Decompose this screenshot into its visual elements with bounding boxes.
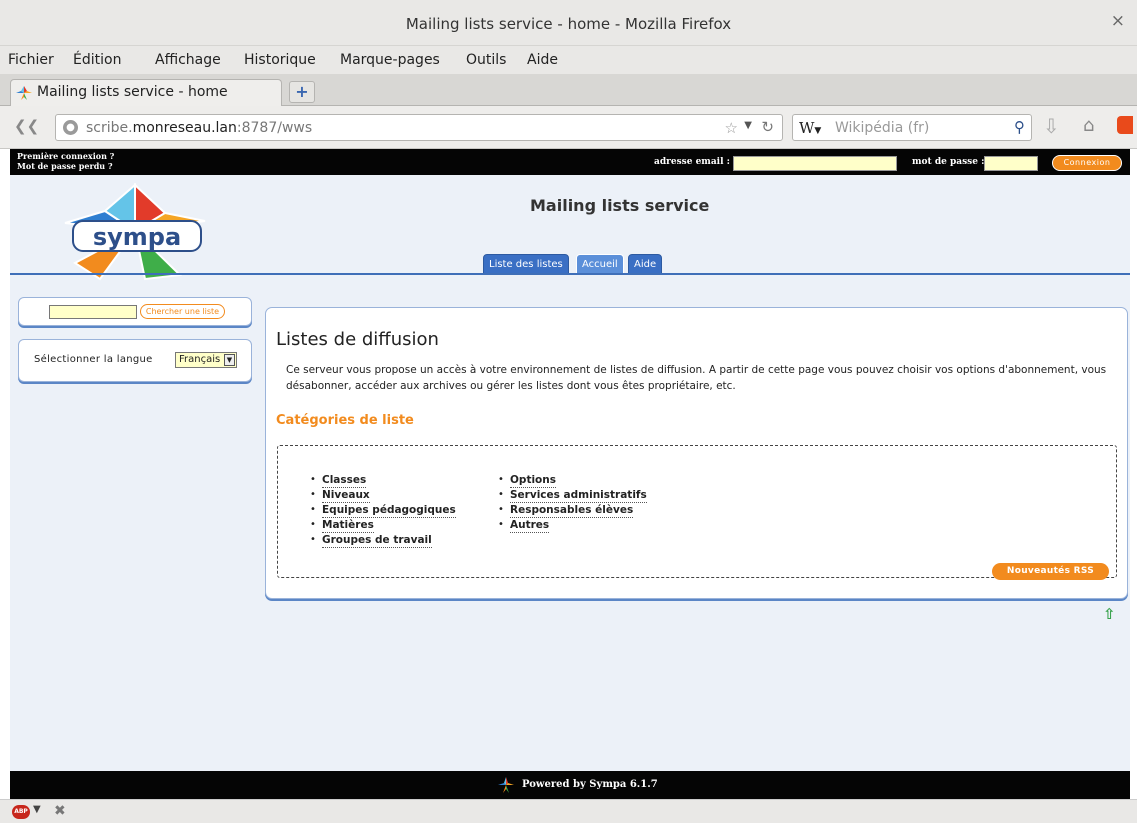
rss-button[interactable]: Nouveautés RSS [992,563,1109,580]
reload-icon[interactable]: ↻ [761,118,774,136]
header-divider [10,273,1130,275]
menu-outils[interactable]: Outils [466,52,506,68]
category-link-groupes[interactable]: Groupes de travail [322,534,432,548]
bookmark-star-icon[interactable]: ☆ [725,119,738,137]
menu-marque-pages[interactable]: Marque-pages [340,52,440,68]
password-label: mot de passe : [912,157,985,167]
tab-strip: Mailing lists service - home + [0,74,1137,106]
categories-box: • Classes • Niveaux • Equipes pédagogiqu… [277,445,1117,580]
categories-heading: Catégories de liste [276,413,414,428]
login-bar: Première connexion ? Mot de passe perdu … [10,149,1130,175]
tab-aide[interactable]: Aide [628,254,663,274]
back-arrow-icon[interactable]: ❮❮ [14,117,39,135]
email-label: adresse email : [654,157,730,167]
search-list-button[interactable]: Chercher une liste [140,304,225,319]
category-link-services[interactable]: Services administratifs [510,489,647,503]
email-field[interactable] [733,156,897,171]
navigation-bar: ❮❮ ● scribe.monreseau.lan:8787/wws ☆ ▼ ↻… [0,106,1137,149]
category-link-classes[interactable]: Classes [322,474,367,488]
main-content: Listes de diffusion Ce serveur vous prop… [265,307,1128,599]
url-dropdown-icon[interactable]: ▼ [744,120,752,131]
language-value: Français [179,354,221,365]
page-title: Listes de diffusion [276,329,439,350]
search-placeholder: Wikipédia (fr) [835,120,930,136]
login-links: Première connexion ? Mot de passe perdu … [17,151,114,171]
tools-icon[interactable]: ✖ [54,803,66,819]
browser-tab[interactable]: Mailing lists service - home [10,79,282,106]
category-link-responsables[interactable]: Responsables élèves [510,504,634,518]
sympa-favicon-icon [16,86,32,100]
adblock-icon[interactable]: ABP [12,805,30,819]
menu-historique[interactable]: Historique [244,52,316,68]
globe-icon: ● [63,120,78,135]
window-titlebar: Mailing lists service - home - Mozilla F… [0,0,1137,46]
tab-liste-des-listes[interactable]: Liste des listes [483,254,569,274]
category-link-matieres[interactable]: Matières [322,519,374,533]
menu-fichier[interactable]: Fichier [8,52,54,68]
menu-affichage[interactable]: Affichage [155,52,221,68]
service-title: Mailing lists service [530,196,710,215]
footer: Powered by Sympa 6.1.7 [10,771,1130,799]
status-bar: ABP ▼ ✖ [0,799,1137,823]
lost-password-link[interactable]: Mot de passe perdu ? [17,161,114,171]
url-text: scribe.monreseau.lan:8787/wws [86,120,313,136]
browser-tab-label: Mailing lists service - home [37,84,228,100]
sympa-logo[interactable]: sympa [55,183,215,283]
window-title: Mailing lists service - home - Mozilla F… [405,15,732,33]
url-bar[interactable]: ● scribe.monreseau.lan:8787/wws ☆ ▼ ↻ [55,114,783,141]
category-link-options[interactable]: Options [510,474,556,488]
password-field[interactable] [984,156,1038,171]
list-search-box: Chercher une liste [18,297,252,326]
category-link-niveaux[interactable]: Niveaux [322,489,370,503]
menu-aide[interactable]: Aide [527,52,558,68]
new-tab-button[interactable]: + [289,81,315,103]
close-window-button[interactable]: × [1111,11,1125,31]
first-login-link[interactable]: Première connexion ? [17,151,114,161]
language-box: Sélectionner la langue Français ▼ [18,339,252,382]
back-to-top-icon[interactable]: ⇧ [1103,605,1116,623]
menubar: Fichier Édition Affichage Historique Mar… [0,46,1137,74]
logo-text: sympa [93,223,181,251]
category-link-autres[interactable]: Autres [510,519,550,533]
search-bar[interactable]: W▼ Wikipédia (fr) ⚲ [792,114,1032,141]
connexion-button[interactable]: Connexion [1052,155,1122,171]
home-icon[interactable]: ⌂ [1083,115,1094,136]
list-search-input[interactable] [49,305,137,319]
wikipedia-engine-icon[interactable]: W▼ [799,119,821,137]
category-link-equipes[interactable]: Equipes pédagogiques [322,504,456,518]
adblock-dropdown-icon[interactable]: ▼ [33,804,41,815]
search-icon[interactable]: ⚲ [1014,118,1025,136]
download-arrow-icon[interactable]: ⇩ [1043,114,1060,138]
page-viewport: Première connexion ? Mot de passe perdu … [10,149,1130,799]
language-label: Sélectionner la langue [34,354,153,365]
chevron-down-icon: ▼ [224,354,235,366]
language-select[interactable]: Français ▼ [175,352,237,368]
addon-icon[interactable] [1117,116,1133,134]
powered-by-text[interactable]: Powered by Sympa 6.1.7 [522,779,658,790]
intro-text: Ce serveur vous propose un accès à votre… [286,364,1107,392]
menu-edition[interactable]: Édition [73,52,121,68]
tab-accueil[interactable]: Accueil [576,254,624,274]
sympa-star-icon [498,777,514,793]
